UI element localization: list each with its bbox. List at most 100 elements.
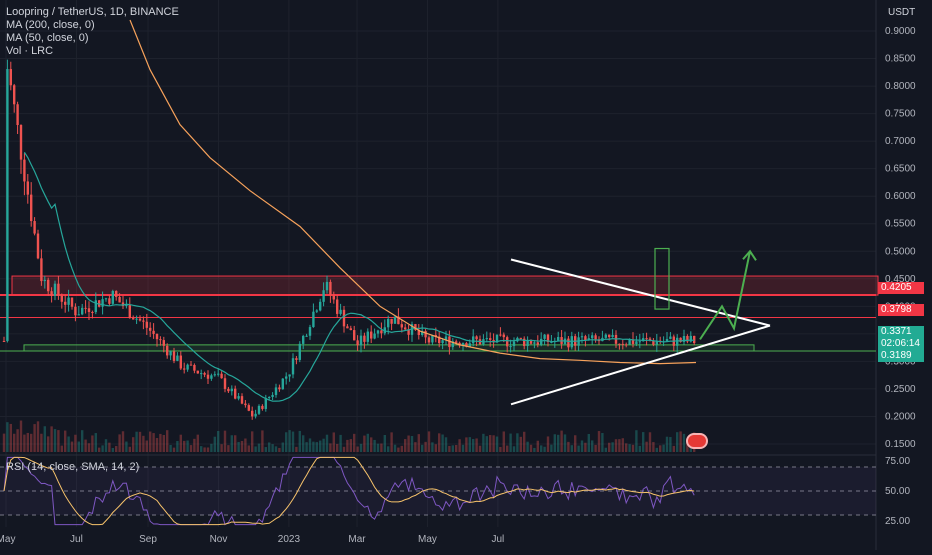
ma50-legend[interactable]: MA (50, close, 0) [6,32,89,45]
volume-bar [135,431,138,452]
candle-body [519,337,522,339]
volume-bar [339,434,342,452]
volume-bar [594,444,597,452]
volume-bar [465,437,468,452]
volume-bar [213,436,216,452]
volume-bar [237,441,240,452]
volume-bar [512,446,516,452]
volume-bar [132,437,135,452]
y-tick-label: 0.6500 [885,164,916,175]
volume-bar [550,444,553,452]
candle-body [172,351,176,361]
volume-bar [669,437,672,452]
candle-body [302,335,305,344]
volume-bar [655,447,658,452]
x-tick-label: Jul [70,534,83,545]
candle-body [111,291,114,304]
volume-bar [557,434,560,452]
candle-body [400,324,403,328]
candle-body [693,335,696,343]
candle-body [489,338,492,340]
volume-bar [584,442,587,452]
x-tick-label: Mar [348,534,366,545]
volume-bar [169,444,172,452]
volume-bar [152,433,155,452]
volume-legend[interactable]: Vol · LRC [6,45,53,58]
volume-bar [400,445,403,452]
candle-body [506,337,509,347]
candle-body [210,375,213,379]
volume-bar [614,439,618,452]
rsi-legend[interactable]: RSI (14, close, SMA, 14, 2) [6,461,139,474]
candle-body [278,387,281,390]
volume-bar [125,441,128,452]
candle-body [424,330,427,338]
currency-label: USDT [888,7,916,18]
volume-bar [217,430,220,452]
candle-body [322,290,325,302]
candle-body [53,283,57,296]
volume-bar [77,441,80,452]
x-tick-label: Sep [139,534,157,545]
price-chart[interactable]: 0.9000 0.8500 0.8000 0.7500 0.7000 0.6500 0.60… [0,0,932,550]
drawings [510,247,771,406]
volume-bar [6,422,9,452]
candle-body [166,345,169,356]
volume-bar [50,426,53,452]
candle-body [104,298,108,300]
candle-body [604,334,607,338]
candle-body [363,335,366,342]
volume-bar [625,443,628,452]
volume-bar [223,430,227,452]
volume-bar [298,430,301,452]
volume-bar [597,431,601,452]
volume-bar [268,442,271,452]
volume-bar [240,440,244,452]
volume-bar [179,434,182,452]
candle-body [308,327,312,336]
volume-bar [363,435,366,452]
candle-body [203,373,206,375]
candle-body [526,340,529,347]
price-badge: 0.3189 [878,350,924,362]
volume-bar [162,435,165,452]
volume-bar [186,440,189,452]
candle-body [13,85,16,105]
y-tick-label: 0.2500 [885,384,916,395]
volume-bar [635,430,638,452]
volume-bar [441,434,444,452]
candle-body [9,69,12,86]
volume-bar [210,443,213,452]
rsi-tick-label: 50.00 [885,486,910,497]
volume-bar [397,447,400,452]
volume-bar [94,433,97,452]
candle-body [319,301,322,311]
x-tick-label: May [0,534,15,545]
volume-bar [322,438,325,452]
candle-body [268,396,271,398]
volume-bar [81,430,84,452]
candle-body [155,333,159,340]
volume-bar [36,421,40,452]
candle-body [81,307,84,315]
volume-bar [176,440,179,452]
candle-body [234,388,237,399]
volume-bar [196,434,199,452]
volume-bar [159,433,162,452]
candle-body [64,301,67,305]
candle-body [108,298,111,304]
volume-bar [108,442,111,452]
candle-body [47,279,50,292]
candle-body [118,296,121,303]
volume-bar [451,445,454,452]
candle-body [543,334,546,339]
volume-bar [40,433,43,452]
volume-bar [138,431,142,452]
tradingview-logo-icon[interactable] [686,433,708,449]
volume-bar [118,434,121,452]
volume-bar [645,441,648,452]
candle-body [380,330,383,334]
candle-body [115,291,118,297]
ma200-legend[interactable]: MA (200, close, 0) [6,19,95,32]
volume-bar [652,442,655,452]
